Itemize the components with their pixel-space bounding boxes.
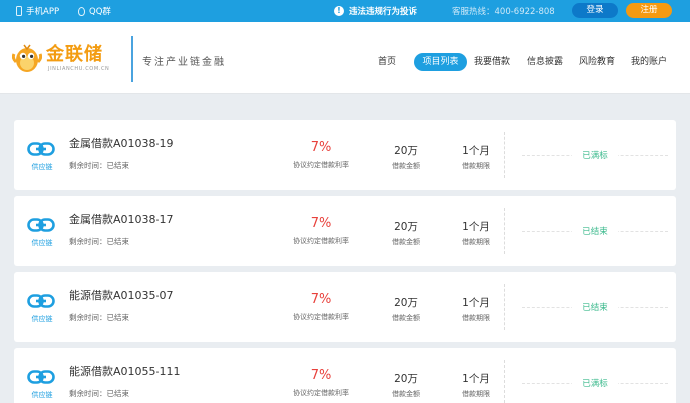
phone-icon: [16, 6, 22, 16]
loan-remaining-time: 剩余时间：已结束: [69, 389, 129, 398]
loan-category: 供应链: [31, 163, 53, 171]
loan-term-label: 借款期限: [462, 314, 490, 322]
loan-category: 供应链: [31, 391, 53, 399]
loan-title[interactable]: 能源借款A01055-111: [69, 363, 180, 379]
loan-status: 已结束: [572, 301, 618, 313]
loan-amount: 20万: [394, 221, 418, 233]
login-button[interactable]: 登录: [572, 3, 618, 18]
loan-title[interactable]: 金属借款A01038-17: [69, 211, 173, 227]
loan-status: 已满标: [572, 377, 618, 389]
loan-rate-label: 协议约定借款利率: [293, 161, 349, 169]
chain-link-icon: [27, 218, 55, 232]
loan-card[interactable]: 供应链 能源借款A01055-111 剩余时间：已结束 7% 协议约定借款利率 …: [14, 348, 676, 403]
loan-card[interactable]: 供应链 金属借款A01038-17 剩余时间：已结束 7% 协议约定借款利率 2…: [14, 196, 676, 266]
card-divider: [504, 132, 505, 178]
qq-group-link[interactable]: QQ群: [78, 0, 111, 22]
loan-card[interactable]: 供应链 金属借款A01038-19 剩余时间：已结束 7% 协议约定借款利率 2…: [14, 120, 676, 190]
loan-rate-label: 协议约定借款利率: [293, 389, 349, 397]
main-nav: 首页 项目列表 我要借款 信息披露 风险教育 我的账户: [0, 53, 690, 71]
loan-rate: 7%: [310, 292, 332, 307]
mobile-app-link[interactable]: 手机APP: [16, 0, 59, 22]
loan-term-label: 借款期限: [462, 238, 490, 246]
loan-term-label: 借款期限: [462, 390, 490, 398]
chain-link-icon: [27, 370, 55, 384]
loan-rate: 7%: [310, 216, 332, 231]
loan-amount-label: 借款金额: [392, 390, 420, 398]
nav-risk-education[interactable]: 风险教育: [579, 53, 615, 71]
loan-term: 1个月: [462, 221, 490, 233]
loan-title[interactable]: 金属借款A01038-19: [69, 135, 173, 151]
card-divider: [504, 208, 505, 254]
top-bar: 手机APP QQ群 ! 违法违规行为投诉 客服热线：400-6922-808 登…: [0, 0, 690, 22]
card-divider: [504, 360, 505, 403]
report-link[interactable]: ! 违法违规行为投诉: [334, 0, 417, 22]
nav-projects[interactable]: 项目列表: [414, 53, 467, 71]
loan-amount-label: 借款金额: [392, 162, 420, 170]
loan-amount: 20万: [394, 297, 418, 309]
loan-amount: 20万: [394, 145, 418, 157]
loan-remaining-time: 剩余时间：已结束: [69, 313, 129, 322]
card-divider: [504, 284, 505, 330]
loan-rate-label: 协议约定借款利率: [293, 237, 349, 245]
chain-link-icon: [27, 294, 55, 308]
loan-rate: 7%: [310, 368, 332, 383]
loan-term: 1个月: [462, 373, 490, 385]
loan-remaining-time: 剩余时间：已结束: [69, 237, 129, 246]
loan-remaining-time: 剩余时间：已结束: [69, 161, 129, 170]
loan-term: 1个月: [462, 297, 490, 309]
loan-term: 1个月: [462, 145, 490, 157]
nav-disclosure[interactable]: 信息披露: [527, 53, 563, 71]
loan-amount: 20万: [394, 373, 418, 385]
loan-rate-label: 协议约定借款利率: [293, 313, 349, 321]
nav-my-account[interactable]: 我的账户: [631, 53, 667, 71]
alert-icon: !: [334, 6, 344, 16]
qq-group-label: QQ群: [89, 7, 111, 17]
register-button[interactable]: 注册: [626, 3, 672, 18]
mobile-app-label: 手机APP: [26, 7, 60, 17]
hotline: 客服热线：400-6922-808: [452, 7, 555, 17]
report-label: 违法违规行为投诉: [349, 7, 418, 17]
nav-borrow[interactable]: 我要借款: [474, 53, 510, 71]
qq-icon: [78, 6, 85, 16]
loan-category: 供应链: [31, 239, 53, 247]
loan-status: 已结束: [572, 225, 618, 237]
loan-term-label: 借款期限: [462, 162, 490, 170]
loan-title[interactable]: 能源借款A01035-07: [69, 287, 173, 303]
chain-link-icon: [27, 142, 55, 156]
loan-category: 供应链: [31, 315, 53, 323]
loan-card[interactable]: 供应链 能源借款A01035-07 剩余时间：已结束 7% 协议约定借款利率 2…: [14, 272, 676, 342]
nav-home[interactable]: 首页: [378, 53, 396, 71]
loan-status: 已满标: [572, 149, 618, 161]
site-header: 金联储 JINLIANCHU.COM.CN 专注产业链金融 首页 项目列表 我要…: [0, 22, 690, 94]
loan-amount-label: 借款金额: [392, 238, 420, 246]
loan-rate: 7%: [310, 140, 332, 155]
loan-amount-label: 借款金额: [392, 314, 420, 322]
